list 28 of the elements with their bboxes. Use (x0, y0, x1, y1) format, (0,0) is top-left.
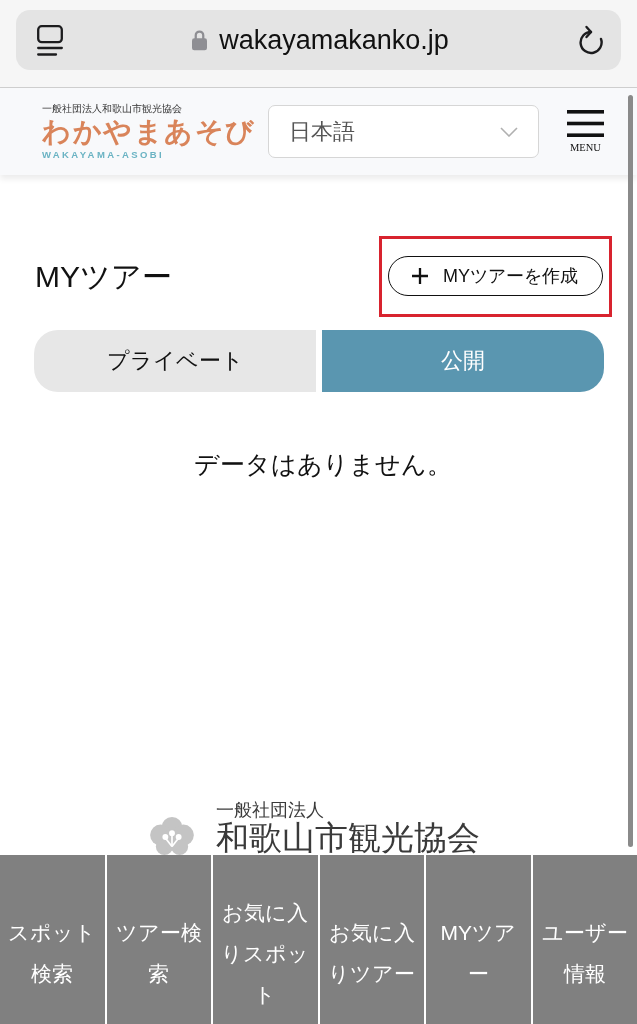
create-tour-button[interactable]: MYツアーを作成 (388, 256, 603, 296)
reload-icon[interactable] (578, 25, 604, 55)
url-text: wakayamakanko.jp (219, 24, 449, 56)
tab[interactable]: 公開 (322, 330, 604, 392)
bottom-nav-item[interactable]: MYツアー (424, 855, 531, 1024)
bottom-nav-item[interactable]: お気に入りスポット (211, 855, 318, 1024)
menu-button[interactable]: MENU (567, 109, 604, 154)
page-title: MYツアー (35, 258, 172, 295)
logo-subtitle: WAKAYAMA-ASOBI (42, 149, 165, 160)
chevron-down-icon (500, 126, 518, 137)
footer-org-name: 和歌山市観光協会 (216, 821, 480, 855)
lock-icon (192, 29, 208, 51)
menu-icon (567, 109, 604, 137)
language-select[interactable]: 日本語 (268, 105, 539, 158)
page-menu-icon[interactable] (37, 24, 63, 56)
tab[interactable]: プライベート (34, 330, 316, 392)
empty-message: データはありません。 (193, 449, 453, 480)
plus-icon (412, 268, 428, 284)
logo-caption: 一般社団法人和歌山市観光協会 (42, 103, 182, 115)
footer-caption: 一般社団法人 (216, 799, 324, 821)
flower-icon (149, 817, 195, 855)
scroll-bar[interactable] (628, 95, 633, 847)
bottom-nav-item[interactable]: お気に入りツアー (317, 855, 424, 1024)
bottom-nav-item[interactable]: ツアー検索 (104, 855, 211, 1024)
logo-title: わかやまあそび (42, 115, 256, 149)
bottom-nav-item[interactable]: スポット検索 (0, 855, 105, 1024)
address-bar[interactable]: wakayamakanko.jp (16, 10, 621, 70)
bottom-nav-item[interactable]: ユーザー情報 (530, 855, 637, 1024)
